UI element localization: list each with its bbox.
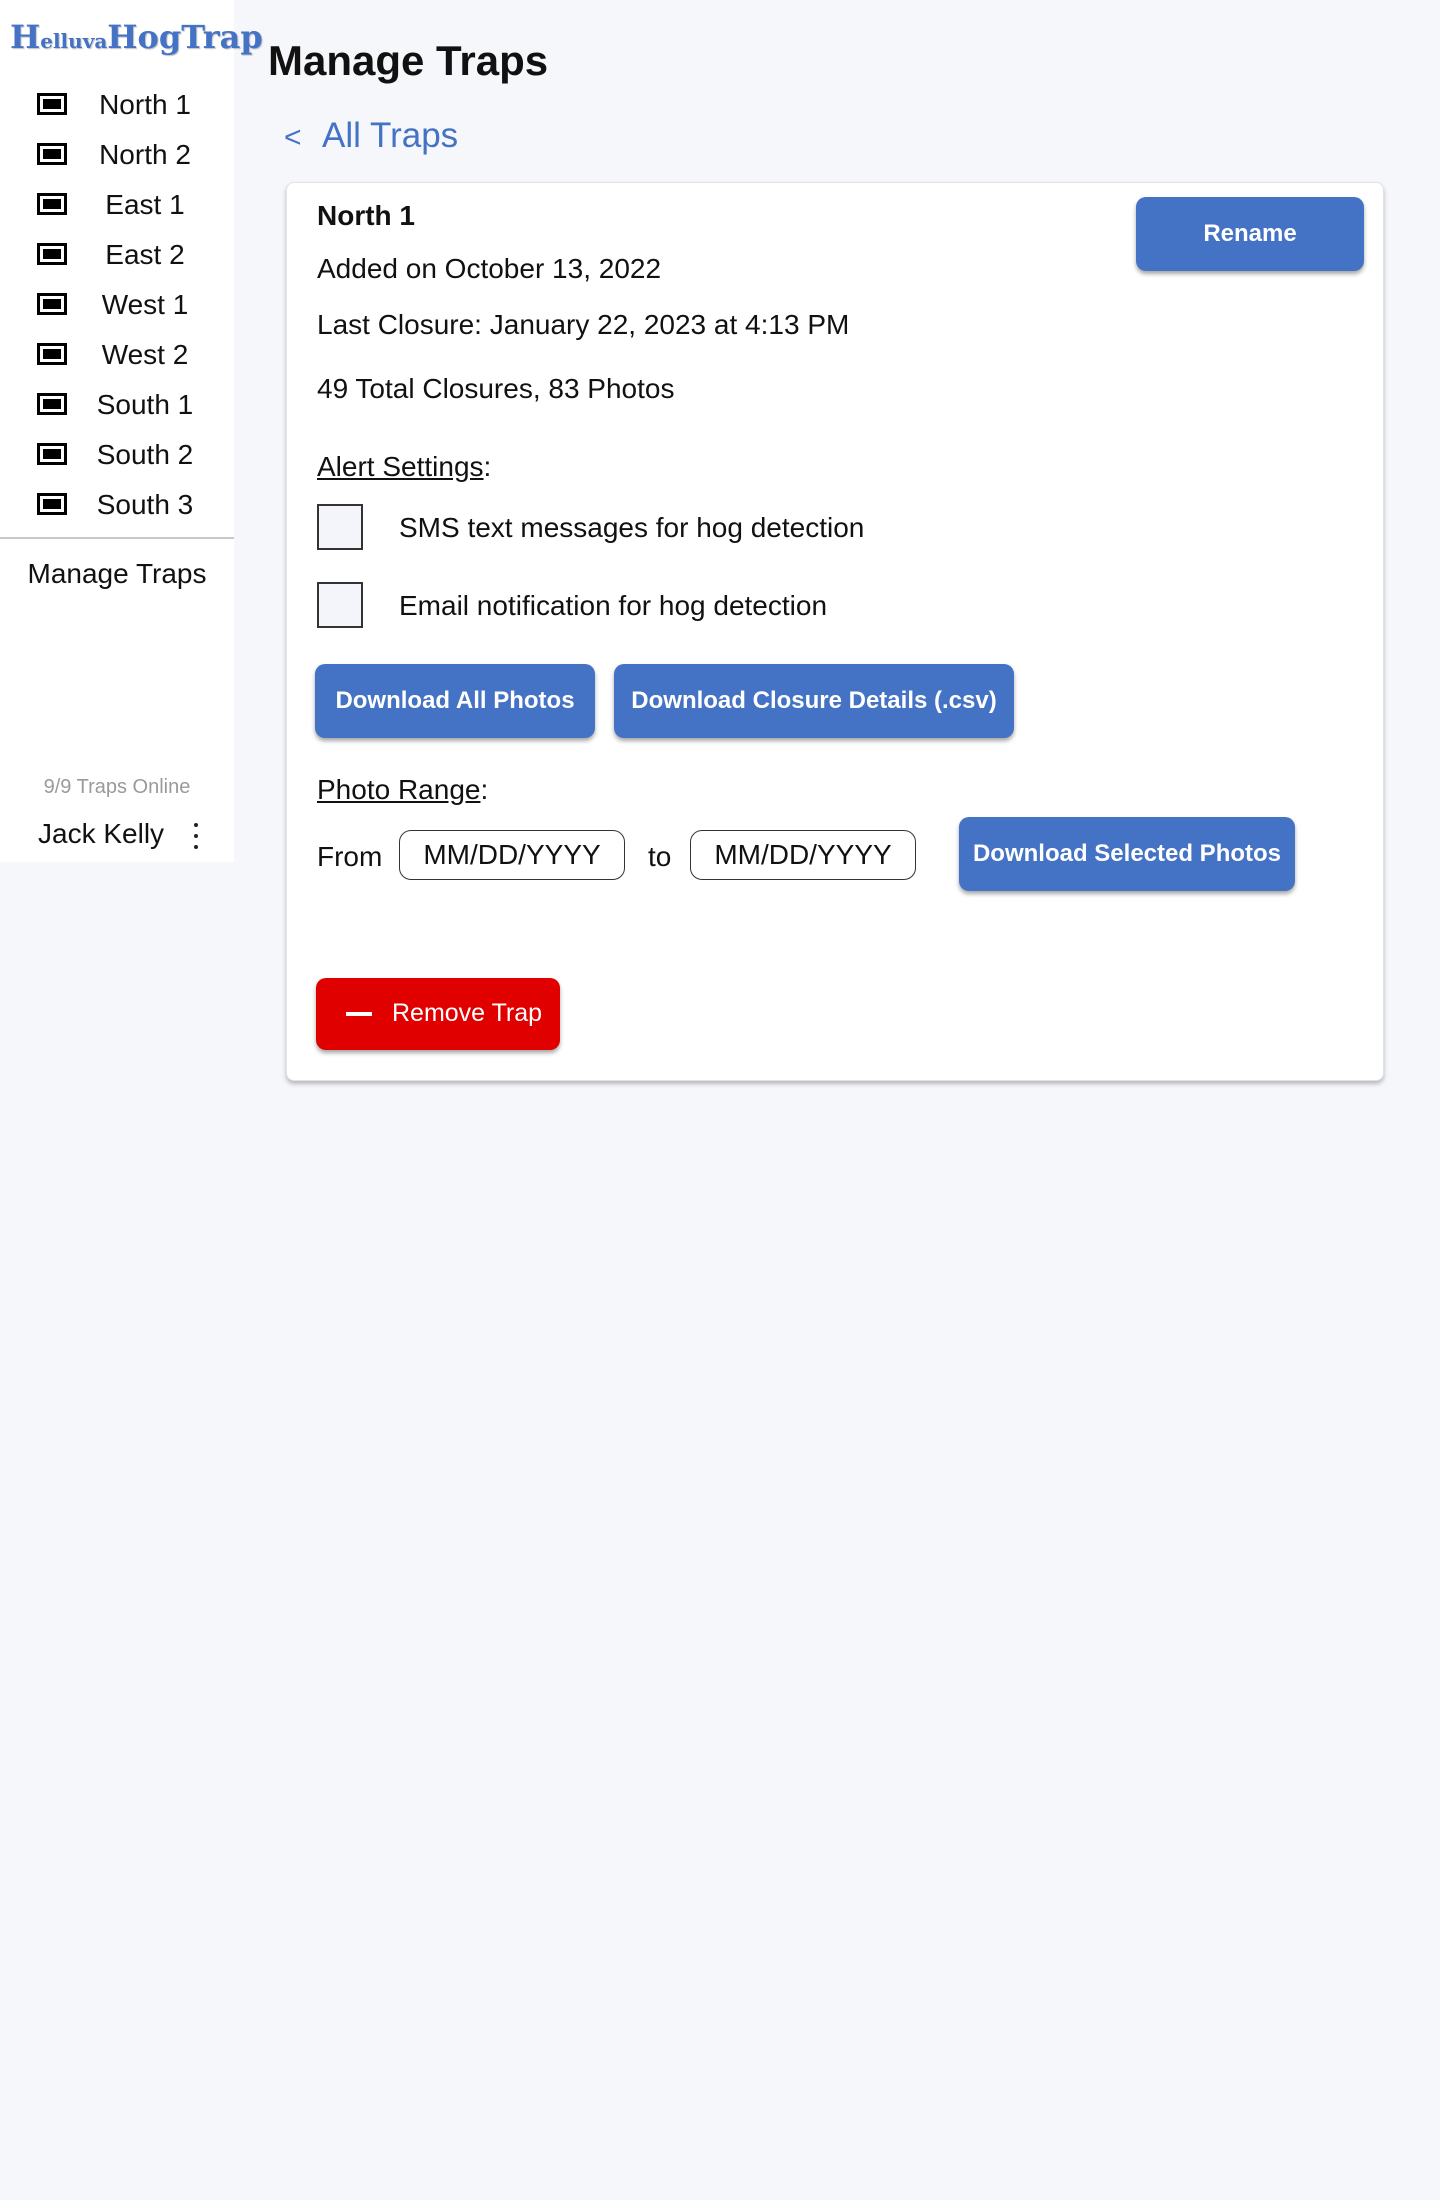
email-alert-checkbox[interactable] bbox=[317, 582, 363, 628]
sidebar-item-label: West 2 bbox=[101, 339, 189, 370]
alert-settings-heading: Alert Settings: bbox=[317, 451, 492, 482]
sidebar: HelluvaHogTrap North 1 North 2 East 1 Ea… bbox=[0, 0, 263, 862]
user-name: Jack Kelly bbox=[38, 818, 165, 849]
online-status: 9/9 Traps Online bbox=[43, 776, 191, 798]
remove-trap-label: Remove Trap bbox=[392, 999, 543, 1027]
sidebar-item-label: North 2 bbox=[99, 139, 191, 170]
trap-icon bbox=[37, 193, 67, 215]
sidebar-item-label: West 1 bbox=[101, 289, 189, 320]
download-selected-photos-button[interactable]: Download Selected Photos bbox=[959, 817, 1295, 891]
sidebar-item-label: East 2 bbox=[105, 239, 185, 270]
sidebar-item-south-2[interactable]: South 2 bbox=[0, 430, 234, 480]
app-logo[interactable]: HelluvaHogTrap bbox=[10, 18, 263, 62]
last-closure: Last Closure: January 22, 2023 at 4:13 P… bbox=[317, 309, 850, 340]
sidebar-item-south-3[interactable]: South 3 bbox=[0, 480, 234, 530]
trap-icon bbox=[37, 393, 67, 415]
all-traps-link[interactable]: < All Traps bbox=[284, 116, 458, 156]
trap-icon bbox=[37, 243, 67, 265]
sidebar-item-north-2[interactable]: North 2 bbox=[0, 130, 234, 180]
download-all-photos-button[interactable]: Download All Photos bbox=[315, 664, 595, 738]
trap-icon bbox=[37, 143, 67, 165]
photo-range-heading: Photo Range: bbox=[317, 774, 489, 805]
closure-totals: 49 Total Closures, 83 Photos bbox=[317, 373, 675, 404]
email-alert-label: Email notification for hog detection bbox=[399, 590, 828, 621]
trap-icon bbox=[37, 493, 67, 515]
sidebar-item-label: North 1 bbox=[99, 89, 191, 120]
page-title: Manage Traps bbox=[268, 37, 549, 84]
trap-name: North 1 bbox=[317, 200, 415, 231]
trap-icon bbox=[37, 443, 67, 465]
sidebar-item-west-2[interactable]: West 2 bbox=[0, 330, 234, 380]
trap-icon bbox=[37, 293, 67, 315]
minus-icon bbox=[346, 1012, 372, 1016]
to-label: to bbox=[648, 841, 672, 872]
chevron-left-icon: < bbox=[284, 121, 302, 154]
added-date: Added on October 13, 2022 bbox=[317, 253, 662, 284]
trap-details-card: North 1 Rename Added on October 13, 2022… bbox=[286, 182, 1384, 1081]
trap-icon bbox=[37, 343, 67, 365]
to-date-input[interactable] bbox=[690, 830, 916, 880]
sidebar-item-east-2[interactable]: East 2 bbox=[0, 230, 234, 280]
sidebar-divider bbox=[0, 537, 234, 539]
remove-trap-button[interactable]: Remove Trap bbox=[316, 978, 560, 1050]
sidebar-item-manage-traps[interactable]: Manage Traps bbox=[0, 557, 234, 591]
sidebar-item-label: East 1 bbox=[105, 189, 185, 220]
from-date-input[interactable] bbox=[399, 830, 625, 880]
sms-alert-label: SMS text messages for hog detection bbox=[399, 512, 865, 543]
sidebar-item-south-1[interactable]: South 1 bbox=[0, 380, 234, 430]
trap-icon bbox=[37, 93, 67, 115]
sidebar-item-label: South 2 bbox=[96, 439, 194, 470]
back-link-label: All Traps bbox=[322, 116, 459, 155]
trap-list: North 1 North 2 East 1 East 2 West 1 Wes… bbox=[0, 80, 234, 530]
sidebar-item-north-1[interactable]: North 1 bbox=[0, 80, 234, 130]
sidebar-item-label: South 3 bbox=[96, 489, 194, 520]
sidebar-item-west-1[interactable]: West 1 bbox=[0, 280, 234, 330]
download-closure-details-button[interactable]: Download Closure Details (.csv) bbox=[614, 664, 1014, 738]
rename-button[interactable]: Rename bbox=[1136, 197, 1364, 271]
from-label: From bbox=[317, 841, 383, 872]
sidebar-item-label: South 1 bbox=[96, 389, 194, 420]
sms-alert-checkbox[interactable] bbox=[317, 504, 363, 550]
sidebar-item-east-1[interactable]: East 1 bbox=[0, 180, 234, 230]
kebab-menu-icon[interactable] bbox=[186, 818, 206, 854]
